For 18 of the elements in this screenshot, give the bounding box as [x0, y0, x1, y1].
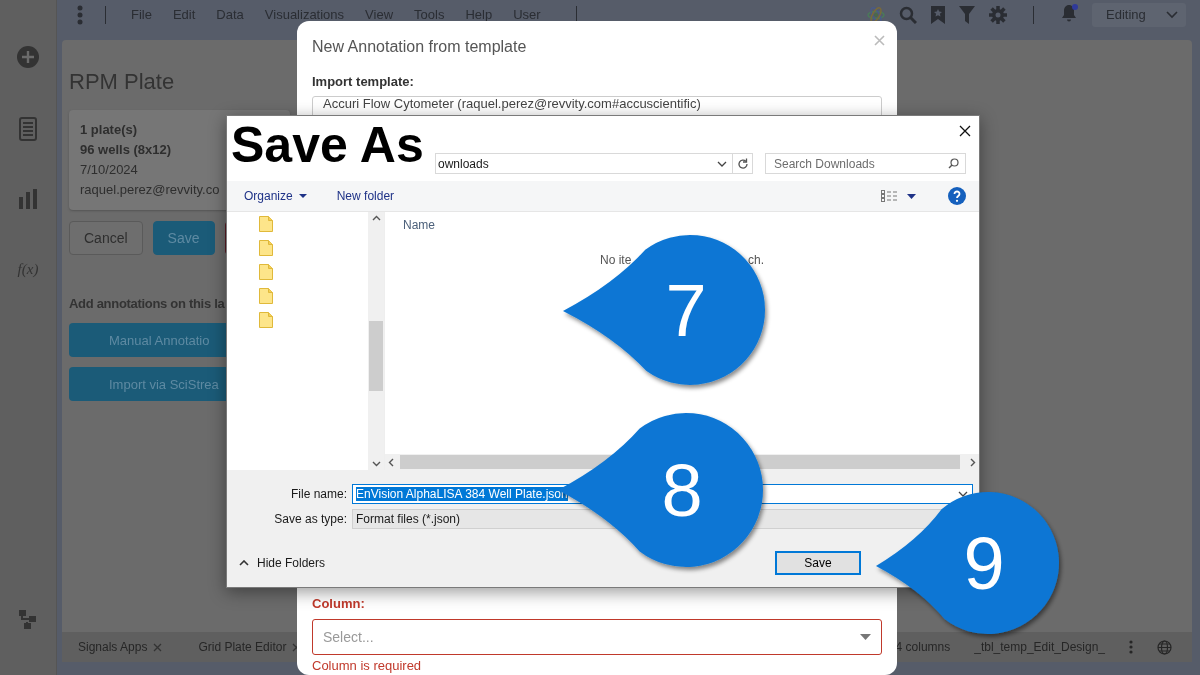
dialog-heading: Save As [227, 116, 430, 178]
callout-number: 9 [963, 522, 1005, 605]
summary-line: 96 wells (8x12) [80, 141, 172, 159]
field-label: Import template: [312, 74, 415, 89]
empty-message: No ite [600, 253, 632, 267]
callout-number: 8 [661, 449, 703, 532]
callout-number: 7 [665, 269, 707, 352]
field-label: Save as type: [273, 512, 348, 526]
dialog-title: New Annotation from template [312, 38, 527, 56]
summary-line: raquel.perez@revvity.co [80, 181, 220, 199]
field-label: File name: [289, 487, 348, 501]
field-label: Column: [312, 596, 366, 611]
error-message: Column is required [312, 658, 423, 673]
empty-message: ch. [748, 253, 764, 267]
page-title: RPM Plate [69, 69, 175, 95]
summary-line: 1 plate(s) [80, 121, 138, 139]
status-text: _tbl_temp_Edit_Design_ [974, 640, 1105, 654]
summary-line: 7/10/2024 [80, 161, 138, 179]
